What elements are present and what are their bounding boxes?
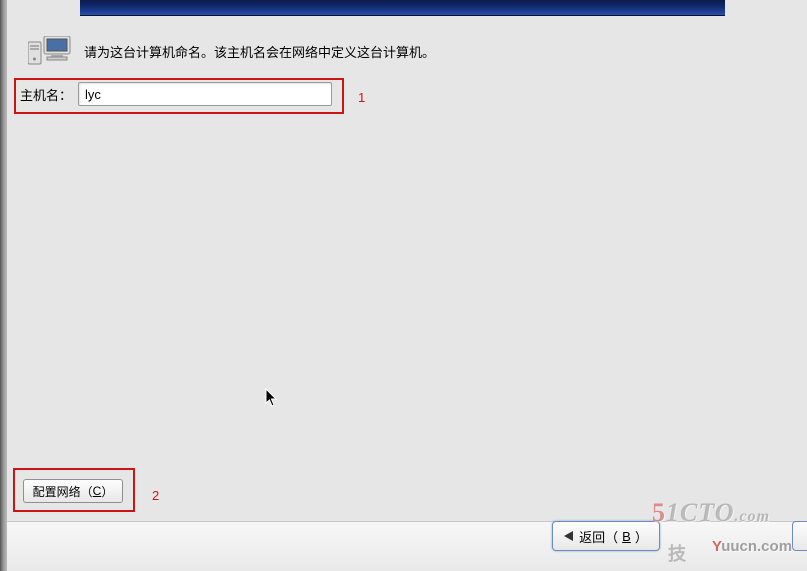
annotation-1: 1 (358, 90, 365, 105)
back-button[interactable]: 返回（ B ） (552, 521, 660, 551)
configure-network-button[interactable]: 配置网络（C） (23, 479, 123, 503)
hostname-row: 主机名： (20, 82, 332, 106)
instruction-text: 请为这台计算机命名。该主机名会在网络中定义这台计算机。 (84, 42, 435, 61)
hostname-input[interactable] (78, 82, 332, 106)
hostname-label: 主机名： (20, 85, 72, 104)
btn-suffix: ） (101, 483, 113, 500)
cursor-icon (265, 388, 279, 411)
btn-mnemonic: C (93, 484, 102, 498)
back-prefix: 返回（ (579, 527, 618, 546)
back-suffix: ） (635, 527, 648, 546)
btn-prefix: 配置网络（ (33, 483, 93, 500)
arrow-left-icon (564, 531, 573, 541)
footer-bar (7, 521, 807, 571)
annotation-2: 2 (152, 488, 159, 503)
window-border (0, 0, 7, 571)
next-button-fragment[interactable] (792, 521, 807, 551)
instruction-row: 请为这台计算机命名。该主机名会在网络中定义这台计算机。 (28, 36, 435, 66)
top-banner (80, 0, 725, 16)
back-mnemonic: B (622, 529, 631, 544)
computer-icon (28, 36, 72, 66)
